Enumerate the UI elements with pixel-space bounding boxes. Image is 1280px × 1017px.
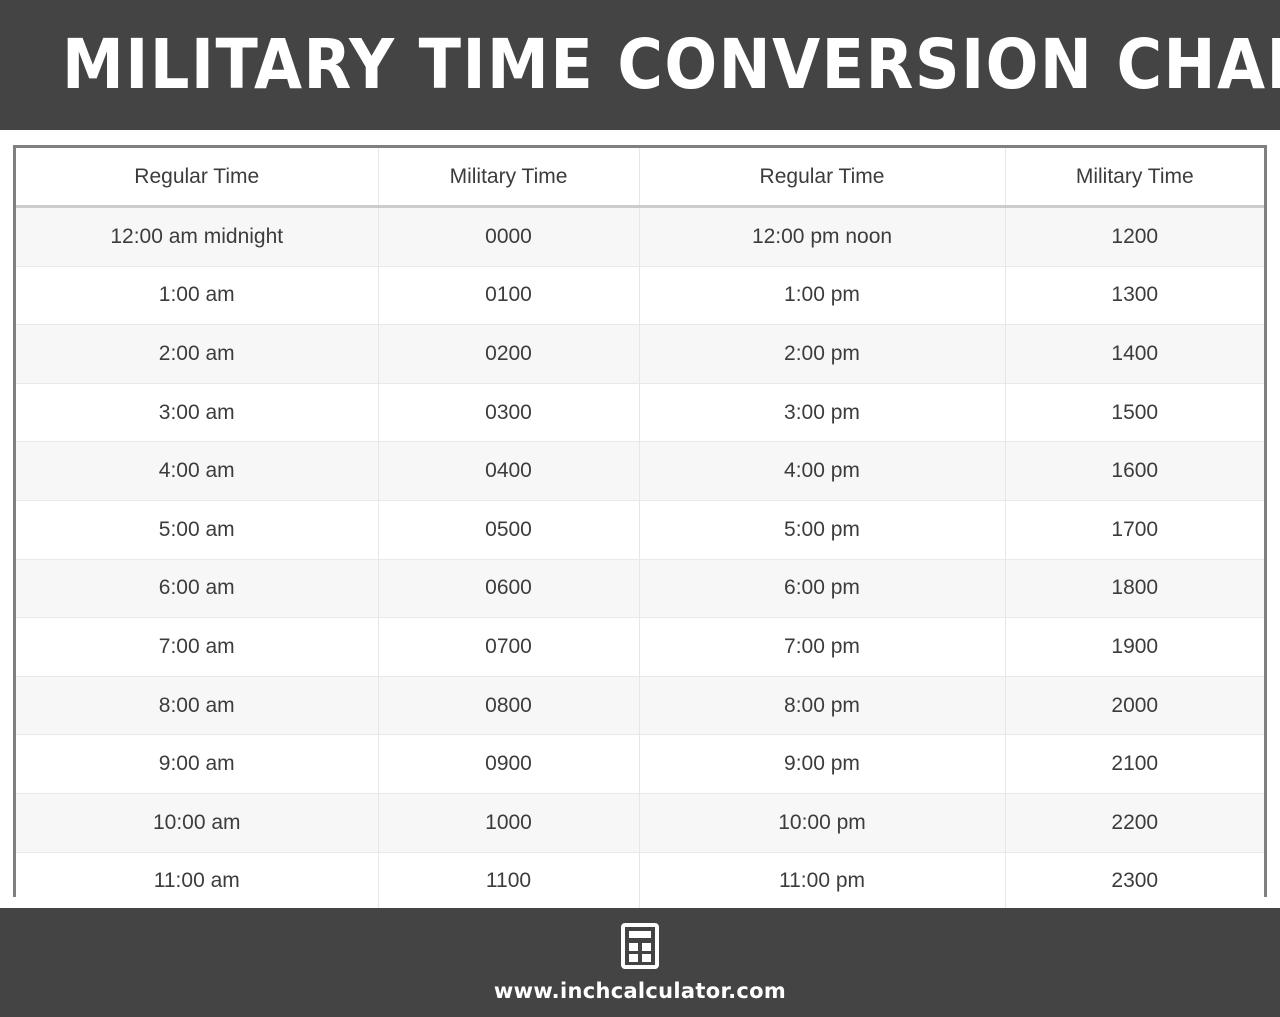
cell-military-time-pm: 1900	[1005, 617, 1264, 677]
cell-regular-time-pm: 7:00 pm	[639, 617, 1006, 677]
column-header-military-time-right: Military Time	[1005, 148, 1264, 208]
table-row: 9:00 am 0900 9:00 pm 2100	[16, 734, 1264, 794]
cell-regular-time-am: 2:00 am	[16, 324, 379, 384]
cell-military-time-am: 0500	[378, 500, 640, 560]
cell-military-time-am: 0200	[378, 324, 640, 384]
cell-military-time-am: 0700	[378, 617, 640, 677]
cell-regular-time-am: 5:00 am	[16, 500, 379, 560]
table-row: 6:00 am 0600 6:00 pm 1800	[16, 559, 1264, 619]
cell-military-time-am: 0400	[378, 441, 640, 501]
cell-regular-time-pm: 9:00 pm	[639, 734, 1006, 794]
column-header-military-time-left: Military Time	[378, 148, 640, 208]
cell-regular-time-am: 1:00 am	[16, 266, 379, 326]
cell-military-time-am: 0600	[378, 559, 640, 619]
cell-regular-time-am: 11:00 am	[16, 852, 379, 911]
calculator-icon	[621, 922, 659, 969]
cell-regular-time-am: 9:00 am	[16, 734, 379, 794]
cell-regular-time-pm: 6:00 pm	[639, 559, 1006, 619]
cell-military-time-pm: 1300	[1005, 266, 1264, 326]
cell-regular-time-pm: 2:00 pm	[639, 324, 1006, 384]
cell-regular-time-am: 8:00 am	[16, 676, 379, 736]
table-row: 8:00 am 0800 8:00 pm 2000	[16, 676, 1264, 736]
cell-military-time-am: 1000	[378, 793, 640, 853]
cell-regular-time-pm: 12:00 pm noon	[639, 206, 1006, 267]
cell-military-time-pm: 2300	[1005, 852, 1264, 911]
page-footer: www.inchcalculator.com	[0, 908, 1280, 1017]
table-body: 12:00 am midnight 0000 12:00 pm noon 120…	[16, 206, 1264, 911]
conversion-table-container: Regular Time Military Time Regular Time …	[13, 145, 1267, 911]
table-header-row: Regular Time Military Time Regular Time …	[16, 148, 1264, 208]
table-row: 4:00 am 0400 4:00 pm 1600	[16, 441, 1264, 501]
cell-regular-time-pm: 5:00 pm	[639, 500, 1006, 560]
cell-regular-time-pm: 3:00 pm	[639, 383, 1006, 443]
cell-regular-time-am: 6:00 am	[16, 559, 379, 619]
cell-military-time-pm: 2100	[1005, 734, 1264, 794]
cell-military-time-am: 0900	[378, 734, 640, 794]
cell-military-time-pm: 1500	[1005, 383, 1264, 443]
cell-military-time-pm: 1400	[1005, 324, 1264, 384]
cell-military-time-pm: 1800	[1005, 559, 1264, 619]
cell-regular-time-am: 7:00 am	[16, 617, 379, 677]
cell-military-time-am: 1100	[378, 852, 640, 911]
cell-regular-time-pm: 8:00 pm	[639, 676, 1006, 736]
cell-regular-time-pm: 11:00 pm	[639, 852, 1006, 911]
cell-military-time-pm: 2200	[1005, 793, 1264, 853]
cell-regular-time-am: 12:00 am midnight	[16, 206, 379, 267]
table-row: 3:00 am 0300 3:00 pm 1500	[16, 383, 1264, 443]
military-time-conversion-table: Regular Time Military Time Regular Time …	[16, 148, 1264, 911]
table-row: 2:00 am 0200 2:00 pm 1400	[16, 324, 1264, 384]
table-header: Regular Time Military Time Regular Time …	[16, 148, 1264, 208]
cell-military-time-am: 0300	[378, 383, 640, 443]
cell-military-time-am: 0100	[378, 266, 640, 326]
table-row: 7:00 am 0700 7:00 pm 1900	[16, 617, 1264, 677]
cell-military-time-pm: 1700	[1005, 500, 1264, 560]
cell-regular-time-am: 3:00 am	[16, 383, 379, 443]
column-header-regular-time-right: Regular Time	[639, 148, 1006, 208]
cell-military-time-am: 0800	[378, 676, 640, 736]
cell-military-time-pm: 1600	[1005, 441, 1264, 501]
table-row: 1:00 am 0100 1:00 pm 1300	[16, 266, 1264, 326]
cell-regular-time-pm: 1:00 pm	[639, 266, 1006, 326]
column-header-regular-time-left: Regular Time	[16, 148, 379, 208]
table-row: 12:00 am midnight 0000 12:00 pm noon 120…	[16, 206, 1264, 267]
table-row: 10:00 am 1000 10:00 pm 2200	[16, 793, 1264, 853]
cell-regular-time-am: 10:00 am	[16, 793, 379, 853]
cell-military-time-pm: 2000	[1005, 676, 1264, 736]
cell-regular-time-pm: 4:00 pm	[639, 441, 1006, 501]
page-title: MILITARY TIME CONVERSION CHART	[62, 24, 1280, 105]
cell-regular-time-am: 4:00 am	[16, 441, 379, 501]
table-row: 11:00 am 1100 11:00 pm 2300	[16, 852, 1264, 911]
cell-regular-time-pm: 10:00 pm	[639, 793, 1006, 853]
table-row: 5:00 am 0500 5:00 pm 1700	[16, 500, 1264, 560]
page-banner: MILITARY TIME CONVERSION CHART	[0, 0, 1280, 130]
cell-military-time-am: 0000	[378, 206, 640, 267]
cell-military-time-pm: 1200	[1005, 206, 1264, 267]
footer-website-url[interactable]: www.inchcalculator.com	[494, 979, 786, 1003]
